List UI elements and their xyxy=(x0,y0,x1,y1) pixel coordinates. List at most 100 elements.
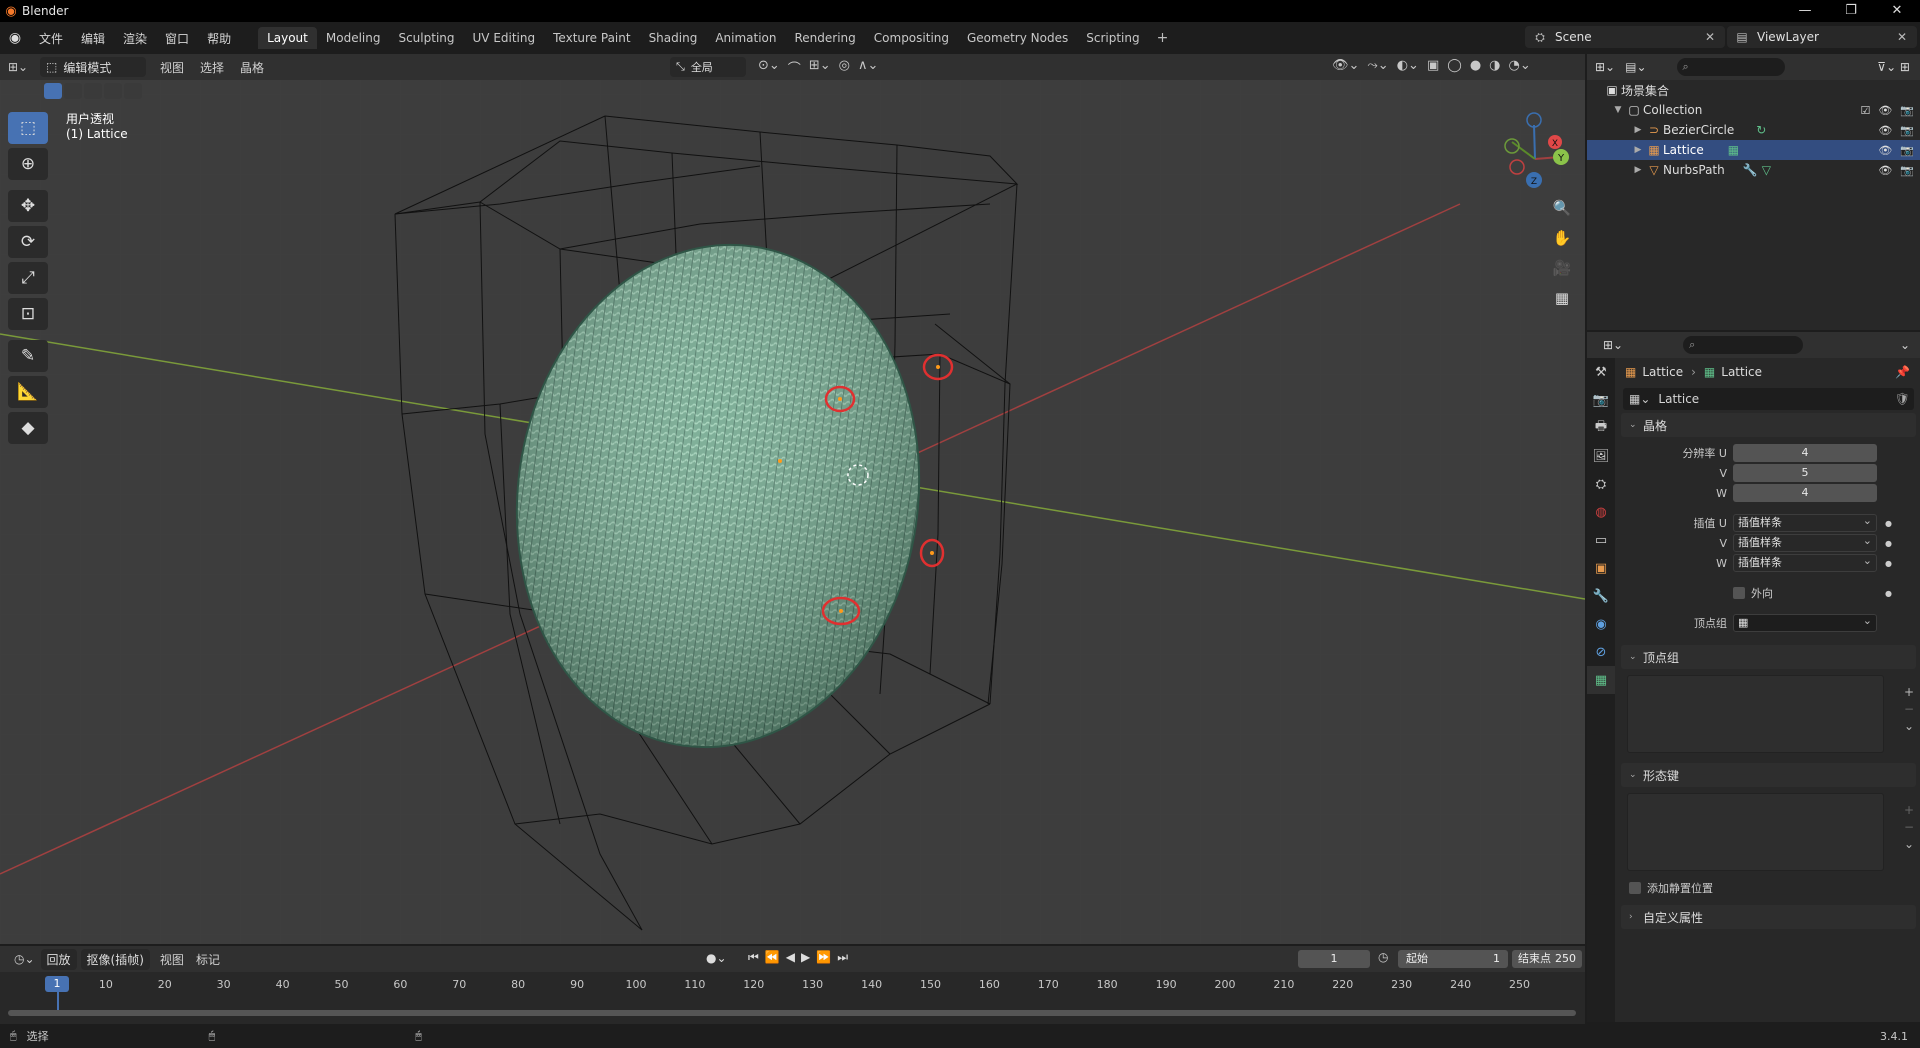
tab-modeling[interactable]: Modeling xyxy=(317,27,390,49)
filter-icon[interactable]: ⊽⌄ ⊞ xyxy=(1877,60,1910,74)
snap-target-icon[interactable]: ⊞⌄ xyxy=(809,58,831,77)
vertex-groups-panel-header[interactable]: ⌄ 顶点组 xyxy=(1621,645,1916,669)
scale-tool-icon[interactable]: ⤢ xyxy=(8,262,48,294)
cursor-tool-icon[interactable]: ⊕ xyxy=(8,148,48,180)
keying-menu[interactable]: 抠像(插帧) xyxy=(80,948,150,970)
keyframe-dot-icon[interactable]: ● xyxy=(1885,539,1895,548)
play-reverse-icon[interactable]: ◀ xyxy=(786,950,795,965)
view-layer-selector[interactable]: ▤ ViewLayer ✕ xyxy=(1727,26,1917,48)
select-extend-icon[interactable] xyxy=(64,83,82,99)
properties-search-input[interactable]: ⌕ xyxy=(1683,336,1804,354)
next-keyframe-icon[interactable]: ⏩ xyxy=(816,950,831,965)
mode-selector[interactable]: ⬚ 编辑模式 xyxy=(40,57,146,77)
outliner-type-icon[interactable]: ⊞⌄ xyxy=(1595,60,1615,74)
render-camera-icon[interactable]: 📷 xyxy=(1900,124,1914,137)
lattice-panel-header[interactable]: ⌄ 晶格 xyxy=(1621,413,1916,437)
shape-key-menu-icon[interactable]: ⌄ xyxy=(1904,837,1914,851)
tab-texture-paint[interactable]: Texture Paint xyxy=(544,27,639,49)
datablock-browse-icon[interactable]: ▦⌄ xyxy=(1629,392,1650,406)
vertex-groups-list[interactable] xyxy=(1627,675,1884,753)
scene-selector[interactable]: ⛭ Scene ✕ xyxy=(1525,26,1725,48)
path-data-icon[interactable]: ▽ xyxy=(1762,163,1771,177)
stopwatch-icon[interactable]: ◷ xyxy=(1378,950,1388,964)
expand-arrow-icon[interactable]: ▶ xyxy=(1631,145,1645,155)
menu-help[interactable]: 帮助 xyxy=(198,30,240,47)
resolution-w-field[interactable]: 4 xyxy=(1733,484,1877,502)
blender-menu-icon[interactable]: ◉ xyxy=(0,30,30,46)
falloff-icon[interactable]: ∧⌄ xyxy=(858,58,878,77)
collapse-chevron-icon[interactable]: ⌄ xyxy=(1629,420,1643,430)
render-tab-icon[interactable]: 📷 xyxy=(1587,386,1615,414)
zoom-icon[interactable]: 🔍 xyxy=(1548,194,1576,222)
view-layer-name[interactable]: ViewLayer xyxy=(1757,30,1887,44)
pivot-icon[interactable]: ⊙⌄ xyxy=(758,58,780,77)
add-vertex-group-icon[interactable]: + xyxy=(1904,685,1914,699)
collapse-chevron-icon[interactable]: ⌄ xyxy=(1629,652,1643,662)
record-icon[interactable]: ●⌄ xyxy=(706,951,727,965)
output-tab-icon[interactable]: 🖶 xyxy=(1587,414,1615,442)
viewport-menu-select[interactable]: 选择 xyxy=(192,59,232,76)
end-frame-field[interactable]: 结束点 250 xyxy=(1512,950,1582,968)
display-mode-icon[interactable]: ▤⌄ xyxy=(1625,60,1646,74)
render-camera-icon[interactable]: 📷 xyxy=(1900,164,1914,177)
select-new-icon[interactable] xyxy=(44,83,62,99)
lattice-data-icon[interactable]: ▦ xyxy=(1728,143,1739,157)
datablock-name-field[interactable]: Lattice xyxy=(1658,392,1699,406)
outliner-item-nurbspath[interactable]: ▶ ▽ NurbsPath 🔧 ▽ 👁 📷 xyxy=(1587,160,1920,180)
visibility-eye-icon[interactable]: 👁 xyxy=(1878,164,1892,177)
physics-tab-icon[interactable]: ◉ xyxy=(1587,610,1615,638)
expand-arrow-icon[interactable]: ▶ xyxy=(1631,165,1645,175)
interpolation-u-dropdown[interactable]: 插值样条 xyxy=(1733,513,1877,532)
start-frame-field[interactable]: 起始 1 xyxy=(1398,950,1508,968)
snap-icon[interactable]: ⌒ xyxy=(788,58,801,77)
scene-name[interactable]: Scene xyxy=(1555,30,1695,44)
visibility-eye-icon[interactable]: 👁 xyxy=(1878,104,1892,117)
modifier-tab-icon[interactable]: 🔧 xyxy=(1587,582,1615,610)
xray-icon[interactable]: ▣ xyxy=(1427,58,1439,73)
editor-type-icon[interactable]: ⊞⌄ xyxy=(0,60,36,74)
remove-shape-key-icon[interactable]: − xyxy=(1904,820,1914,834)
gizmo-toggle-icon[interactable]: ⤳⌄ xyxy=(1367,58,1388,73)
timeline-menu-marker[interactable]: 标记 xyxy=(190,951,226,968)
tab-shading[interactable]: Shading xyxy=(640,27,707,49)
expand-arrow-icon[interactable]: ▶ xyxy=(1631,125,1645,135)
minimize-button[interactable]: — xyxy=(1782,0,1828,22)
timeline-menu-view[interactable]: 视图 xyxy=(154,951,190,968)
tab-geometry-nodes[interactable]: Geometry Nodes xyxy=(958,27,1077,49)
timeline-editor-type-icon[interactable]: ◷⌄ xyxy=(8,952,41,966)
include-checkbox-icon[interactable]: ☑ xyxy=(1860,104,1870,117)
visibility-icon[interactable]: 👁⌄ xyxy=(1332,58,1359,73)
tab-uv-editing[interactable]: UV Editing xyxy=(464,27,545,49)
object-tab-icon[interactable]: ▣ xyxy=(1587,554,1615,582)
add-workspace-button[interactable]: + xyxy=(1149,27,1177,49)
constraints-tab-icon[interactable]: ⊘ xyxy=(1587,638,1615,666)
visibility-eye-icon[interactable]: 👁 xyxy=(1878,124,1892,137)
outliner-scene-collection[interactable]: ▣ 场景集合 xyxy=(1587,80,1920,100)
keyframe-dot-icon[interactable]: ● xyxy=(1885,589,1895,598)
timeline-ruler[interactable]: 1 10 20 30 40 50 60 70 80 90 100 110 120 130 140 150 160… xyxy=(0,972,1585,998)
viewport-menu-view[interactable]: 视图 xyxy=(152,59,192,76)
resolution-v-field[interactable]: 5 xyxy=(1733,464,1877,482)
view-layer-close-icon[interactable]: ✕ xyxy=(1887,30,1917,44)
viewport-scene[interactable]: X Y Z xyxy=(0,54,1585,944)
overlay-icon[interactable]: ◐⌄ xyxy=(1397,58,1419,73)
relative-checkbox[interactable] xyxy=(1629,882,1641,894)
select-intersect-icon[interactable] xyxy=(124,83,142,99)
jump-end-icon[interactable]: ⏭ xyxy=(837,950,848,965)
current-frame-field[interactable]: 1 xyxy=(1298,950,1370,968)
outliner-collection[interactable]: ▼ ▢ Collection ☑ 👁 📷 xyxy=(1587,100,1920,120)
outliner-item-lattice[interactable]: ▶ ▦ Lattice ▦ 👁 📷 xyxy=(1587,140,1920,160)
scene-tab-icon[interactable]: ⛭ xyxy=(1587,470,1615,498)
menu-edit[interactable]: 编辑 xyxy=(72,30,114,47)
expand-chevron-icon[interactable]: › xyxy=(1629,912,1643,922)
ortho-toggle-icon[interactable]: ▦ xyxy=(1548,284,1576,312)
remove-vertex-group-icon[interactable]: − xyxy=(1904,702,1914,716)
transform-orientation-selector[interactable]: ⤡ 全局 xyxy=(670,57,746,77)
expand-arrow-icon[interactable]: ▼ xyxy=(1611,105,1625,115)
properties-options-icon[interactable]: ⌄ xyxy=(1900,338,1910,352)
select-subtract-icon[interactable] xyxy=(84,83,102,99)
pan-hand-icon[interactable]: ✋ xyxy=(1548,224,1576,252)
restore-button[interactable]: ❐ xyxy=(1828,0,1874,22)
world-tab-icon[interactable]: ◍ xyxy=(1587,498,1615,526)
fake-user-shield-icon[interactable]: 🛡 xyxy=(1895,392,1910,406)
